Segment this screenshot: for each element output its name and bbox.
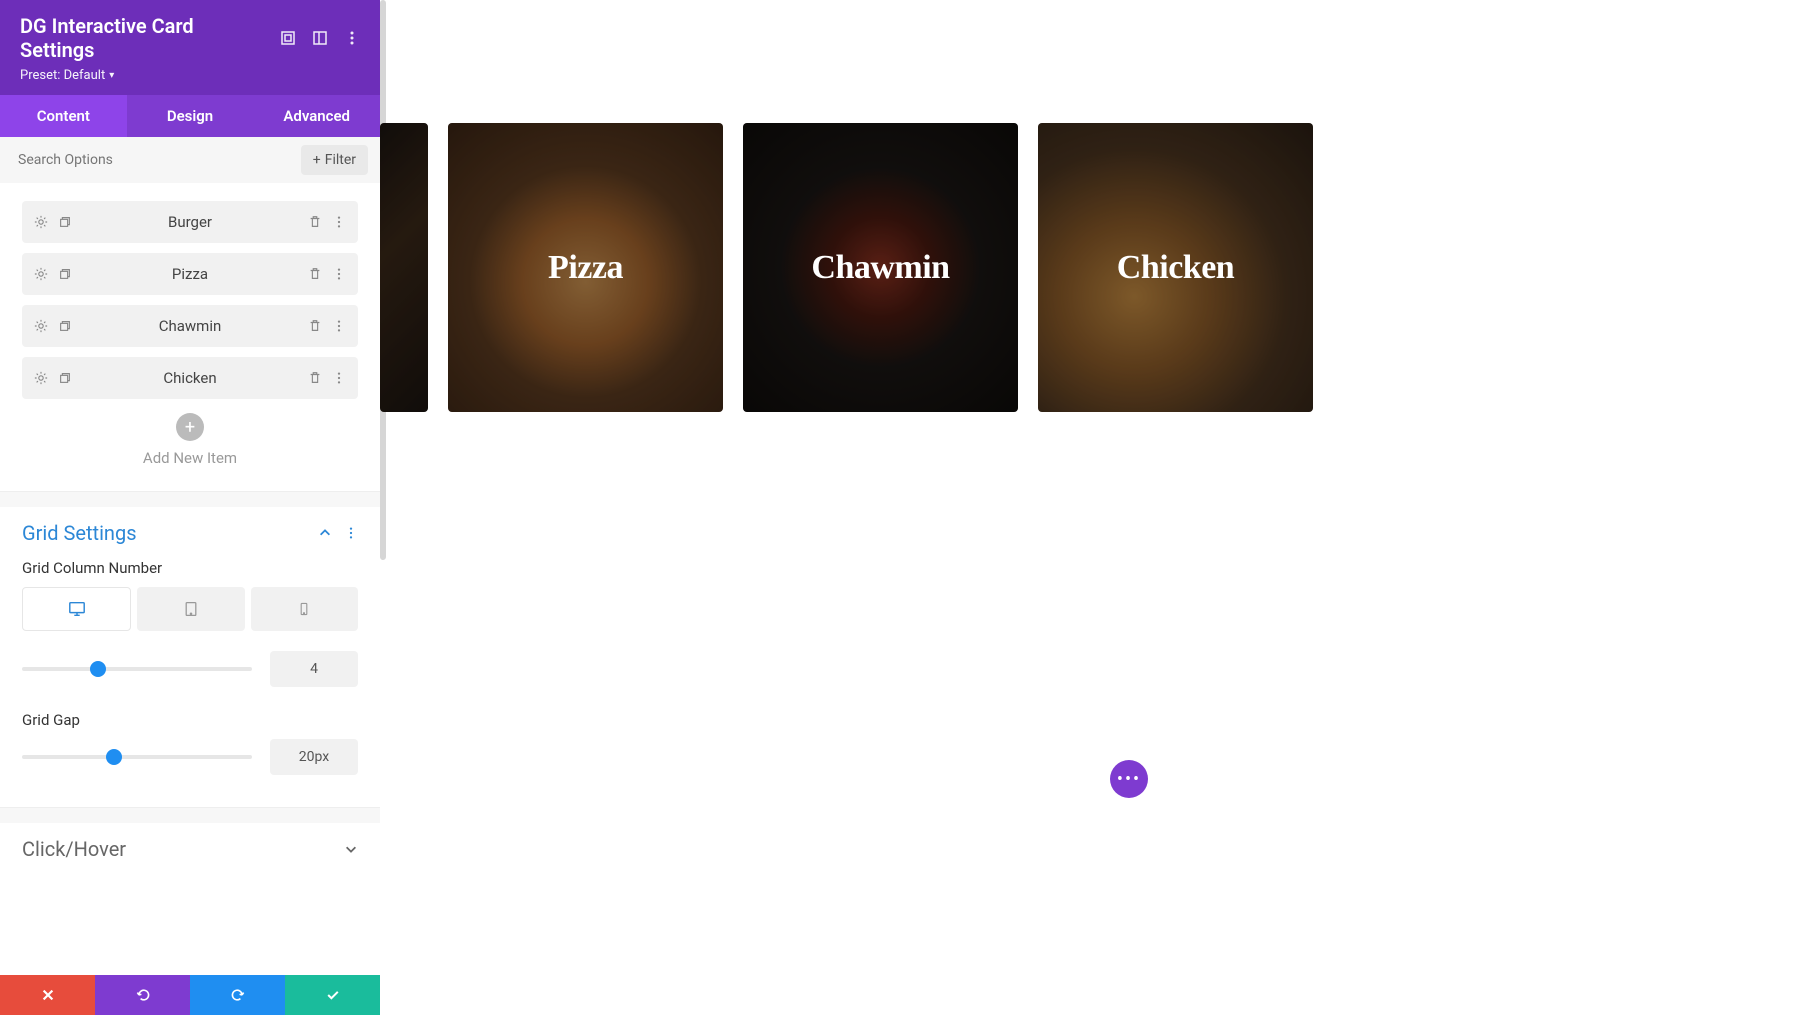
more-horizontal-icon: •••: [1117, 769, 1141, 790]
add-new-label: Add New Item: [22, 449, 358, 467]
card-title: Chicken: [1117, 249, 1234, 287]
filter-label: Filter: [325, 152, 356, 168]
gear-icon[interactable]: [34, 267, 48, 281]
item-label: Burger: [72, 213, 308, 231]
list-item[interactable]: Chawmin: [22, 305, 358, 347]
trash-icon[interactable]: [308, 319, 322, 333]
more-icon[interactable]: [344, 30, 360, 46]
save-button[interactable]: [285, 975, 380, 1015]
card-title: Chawmin: [811, 249, 949, 287]
list-item[interactable]: Pizza: [22, 253, 358, 295]
grid-gap-label: Grid Gap: [22, 711, 358, 729]
card-title: Pizza: [548, 249, 623, 287]
item-label: Pizza: [72, 265, 308, 283]
device-desktop[interactable]: [22, 587, 131, 631]
tab-bar: Content Design Advanced: [0, 95, 380, 137]
section-toggle[interactable]: Grid Settings: [22, 521, 358, 545]
duplicate-icon[interactable]: [58, 371, 72, 385]
expand-icon[interactable]: [280, 30, 296, 46]
trash-icon[interactable]: [308, 371, 322, 385]
chevron-up-icon[interactable]: [318, 526, 332, 540]
device-tabs: [22, 587, 358, 631]
redo-button[interactable]: [190, 975, 285, 1015]
gear-icon[interactable]: [34, 319, 48, 333]
gear-icon[interactable]: [34, 371, 48, 385]
add-new-item[interactable]: + Add New Item: [22, 413, 358, 467]
more-icon[interactable]: [332, 319, 346, 333]
card[interactable]: Pizza: [448, 123, 723, 412]
settings-sidebar: DG Interactive Card Settings Preset: Def…: [0, 0, 380, 1015]
fab-more-button[interactable]: •••: [1110, 760, 1148, 798]
trash-icon[interactable]: [308, 267, 322, 281]
more-icon[interactable]: [332, 267, 346, 281]
search-input[interactable]: [12, 146, 293, 174]
item-label: Chicken: [72, 369, 308, 387]
gear-icon[interactable]: [34, 215, 48, 229]
item-label: Chawmin: [72, 317, 308, 335]
grid-column-label: Grid Column Number: [22, 559, 358, 577]
duplicate-icon[interactable]: [58, 319, 72, 333]
more-icon[interactable]: [332, 371, 346, 385]
section-title: Click/Hover: [22, 837, 126, 861]
tab-advanced[interactable]: Advanced: [253, 95, 380, 137]
panel-title: DG Interactive Card Settings: [20, 14, 268, 62]
search-bar: + Filter: [0, 137, 380, 183]
slider-thumb[interactable]: [90, 661, 106, 677]
grid-column-value[interactable]: 4: [270, 651, 358, 687]
grid-gap-slider: 20px: [22, 739, 358, 775]
sidebar-header: DG Interactive Card Settings Preset: Def…: [0, 0, 380, 95]
slider-track[interactable]: [22, 755, 252, 759]
slider-thumb[interactable]: [106, 749, 122, 765]
preset-selector[interactable]: Preset: Default: [20, 68, 114, 83]
list-item[interactable]: Chicken: [22, 357, 358, 399]
card[interactable]: Chawmin: [743, 123, 1018, 412]
slider-track[interactable]: [22, 667, 252, 671]
grid-gap-value[interactable]: 20px: [270, 739, 358, 775]
grid-settings-section: Grid Settings Grid Column Number 4 Grid …: [22, 507, 358, 807]
grid-column-slider: 4: [22, 651, 358, 687]
duplicate-icon[interactable]: [58, 267, 72, 281]
card-grid: Pizza Chawmin Chicken: [380, 0, 1800, 412]
device-tablet[interactable]: [137, 587, 244, 631]
footer-actions: [0, 975, 380, 1015]
tab-content[interactable]: Content: [0, 95, 127, 137]
duplicate-icon[interactable]: [58, 215, 72, 229]
tab-design[interactable]: Design: [127, 95, 254, 137]
trash-icon[interactable]: [308, 215, 322, 229]
click-hover-section: Click/Hover: [22, 823, 358, 883]
chevron-down-icon[interactable]: [344, 842, 358, 856]
divider: [0, 491, 380, 507]
section-title: Grid Settings: [22, 521, 137, 545]
settings-content: Burger Pizza Chawmin: [0, 183, 380, 975]
panel-toggle-icon[interactable]: [312, 30, 328, 46]
preview-area: Pizza Chawmin Chicken •••: [380, 0, 1800, 1015]
section-toggle[interactable]: Click/Hover: [22, 837, 358, 861]
cancel-button[interactable]: [0, 975, 95, 1015]
plus-icon: +: [313, 152, 321, 168]
undo-button[interactable]: [95, 975, 190, 1015]
list-item[interactable]: Burger: [22, 201, 358, 243]
card-partial[interactable]: [380, 123, 428, 412]
plus-icon[interactable]: +: [176, 413, 204, 441]
more-icon[interactable]: [344, 526, 358, 540]
divider: [0, 807, 380, 823]
card[interactable]: Chicken: [1038, 123, 1313, 412]
filter-button[interactable]: + Filter: [301, 145, 368, 175]
device-mobile[interactable]: [251, 587, 358, 631]
more-icon[interactable]: [332, 215, 346, 229]
